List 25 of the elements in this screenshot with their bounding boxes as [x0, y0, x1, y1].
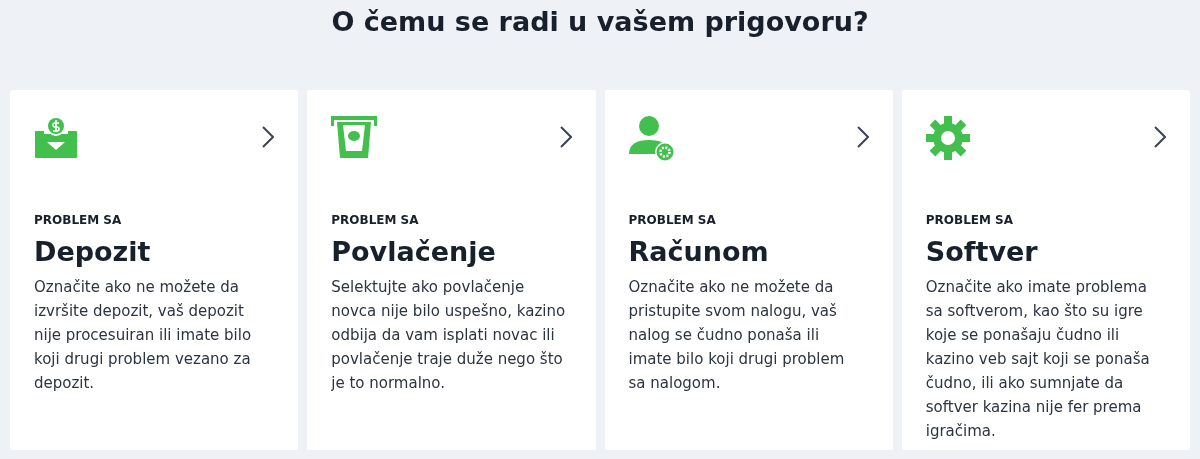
card-title: Softver	[925, 235, 1039, 269]
card-eyebrow: PROBLEM SA	[34, 213, 123, 227]
chevron-right-icon[interactable]	[559, 126, 572, 148]
category-card[interactable]	[901, 90, 1190, 450]
category-card[interactable]: PROBLEM SA Računom Označite ako ne možete da pristupite svom nalogu, vaš nalog se čudno ponaša ili imate bilo koji drugi problem sa nalogom.	[604, 90, 893, 450]
gear-icon	[925, 116, 970, 160]
card-description: Selektujte ako povlačenje novca nije bilo uspešno, kazino odbija da vam isplati novac ili povlačenje traje duže nego što je to normalno.	[331, 277, 567, 394]
user-settings-icon	[628, 116, 677, 162]
category-card[interactable]: PROBLEM SA Depozit Označite ako ne možete da izvršite depozit, vaš depozit nije procesuiran ili imate bilo koji drugi problem vezano za depozit.	[10, 90, 299, 450]
card-description: Označite ako imate problema sa softverom, kao što su igre koje se ponašaju čudno ili kazino veb sajt koji se ponaša čudno, ili ako sumnjate da softver kazina nije fer prema igračima.	[925, 277, 1151, 442]
page-heading: O čemu se radi u vašem prigovoru?	[331, 6, 869, 39]
cash-machine-icon	[331, 116, 378, 158]
card-eyebrow: PROBLEM SA	[331, 213, 420, 227]
card-description: Označite ako ne možete da pristupite svom nalogu, vaš nalog se čudno ponaša ili imate bilo koji drugi problem sa nalogom.	[628, 277, 846, 394]
card-title: Povlačenje	[331, 235, 497, 269]
deposit-box-icon	[34, 116, 78, 158]
chevron-right-icon[interactable]	[1154, 126, 1166, 148]
chevron-right-icon[interactable]	[856, 126, 869, 148]
card-description: Označite ako ne možete da izvršite depozit, vaš depozit nije procesuiran ili imate bilo koji drugi problem vezano za depozit.	[34, 277, 253, 394]
category-card[interactable]: PROBLEM SA Povlačenje Selektujte ako povlačenje novca nije bilo uspešno, kazino odbija da vam isplati novac ili povlačenje traje duže nego što je to normalno.	[307, 90, 596, 450]
card-title: Računom	[628, 235, 770, 269]
chevron-right-icon[interactable]	[262, 126, 275, 148]
card-eyebrow: PROBLEM SA	[628, 213, 717, 227]
card-eyebrow: PROBLEM SA	[925, 213, 1015, 227]
card-title: Depozit	[34, 235, 152, 269]
